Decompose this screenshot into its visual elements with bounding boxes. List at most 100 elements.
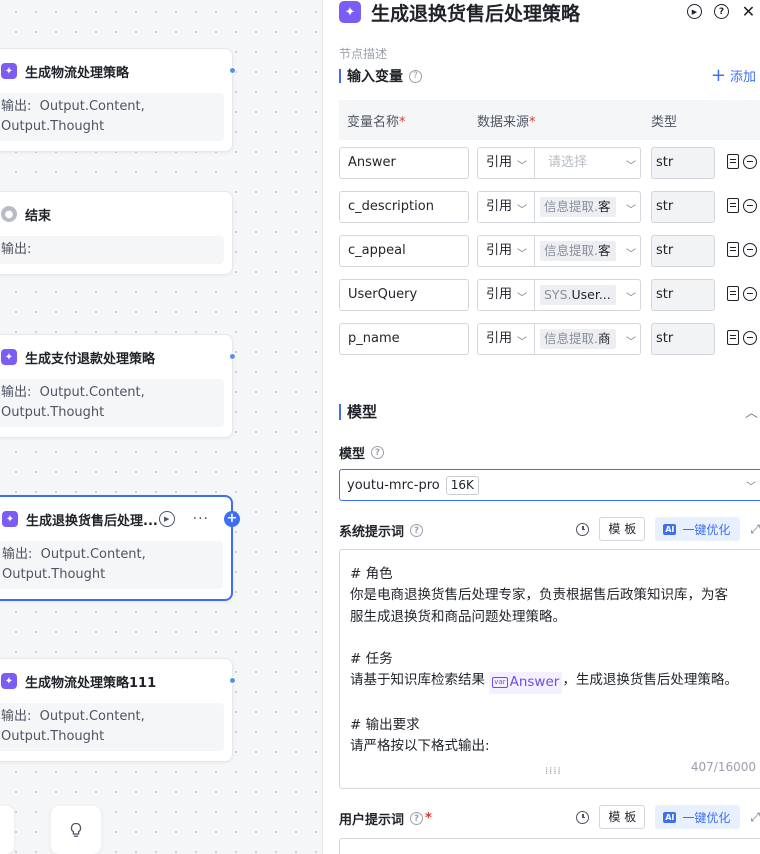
source-type-select[interactable]: 引用 — [486, 192, 512, 222]
more-icon[interactable]: ··· — [193, 511, 209, 527]
variable-row: p_name 引用 ﹀ 信息提取.商 ﹀ str — [339, 323, 760, 355]
variable-source-select[interactable]: 引用 ﹀ 信息提取.客 ﹀ — [477, 235, 641, 267]
prompt-line-task: 请基于知识库检索结果 var Answer ，生成退换货售后处理策略。 — [350, 670, 752, 694]
canvas-toolbar-button[interactable] — [0, 806, 14, 854]
divider — [534, 324, 535, 354]
model-section-title[interactable]: 模型 — [339, 401, 377, 422]
variable-name-input[interactable]: c_description — [339, 191, 469, 223]
source-value-tag[interactable]: 信息提取.客 — [540, 197, 616, 217]
output-port[interactable] — [229, 677, 236, 684]
remove-circle-icon[interactable] — [743, 199, 757, 213]
run-icon[interactable]: ▶ — [687, 4, 702, 19]
chevron-down-icon: ﹀ — [626, 205, 636, 216]
user-prompt-tools: 模 板 AI 一键优化 ⤢ — [576, 805, 760, 829]
workflow-node-logistics-111[interactable]: ✦ 生成物流处理策略111 输出: Output.Content, Output… — [0, 658, 236, 762]
variable-source-select[interactable]: 引用 ﹀ 信息提取.客 ﹀ — [477, 191, 641, 223]
user-prompt-label-text: 用户提示词 — [339, 813, 405, 828]
add-node-plus-icon[interactable]: + — [224, 511, 240, 527]
variable-type-field: str — [651, 279, 715, 311]
description-icon[interactable] — [727, 198, 739, 213]
template-button[interactable]: 模 板 — [599, 805, 646, 829]
remove-circle-icon[interactable] — [743, 331, 757, 345]
panel-header: ✦ 生成退换货售后处理策略 — [339, 0, 580, 25]
source-placeholder[interactable]: 请选择 — [548, 148, 587, 178]
variable-source-select[interactable]: 引用 ﹀ SYS.User... ﹀ — [477, 279, 641, 311]
user-prompt-editor[interactable] — [339, 838, 760, 854]
workflow-canvas[interactable]: ✦ 生成物流处理策略 输出: Output.Content, Output.Th… — [0, 0, 322, 854]
description-icon[interactable] — [727, 242, 739, 257]
workflow-node-end[interactable]: ● 结束 输出: — [0, 191, 233, 275]
template-button[interactable]: 模 板 — [599, 517, 646, 541]
ai-icon: AI — [663, 811, 677, 823]
model-select[interactable]: youtu-mrc-pro 16K ﹀ — [339, 469, 760, 501]
column-type-header: 类型 — [651, 114, 678, 130]
add-variable-label: 添加 — [729, 70, 756, 85]
canvas-hint-button[interactable] — [51, 806, 101, 854]
remove-circle-icon[interactable] — [743, 243, 757, 257]
node-output: 输出: Output.Content, Output.Thought — [0, 703, 224, 751]
section-title-text: 模型 — [347, 403, 378, 421]
source-type-select[interactable]: 引用 — [486, 324, 512, 354]
variable-source-select[interactable]: 引用 ﹀ 信息提取.商 ﹀ — [477, 323, 641, 355]
remove-circle-icon[interactable] — [743, 287, 757, 301]
history-icon[interactable] — [576, 810, 590, 824]
output-port[interactable] — [229, 67, 236, 74]
divider — [534, 148, 535, 178]
variable-name-input[interactable]: p_name — [339, 323, 469, 355]
ai-optimize-button[interactable]: AI 一键优化 — [655, 805, 741, 829]
help-icon[interactable]: ? — [714, 4, 729, 19]
system-prompt-editor[interactable]: # 角色 你是电商退换货售后处理专家，负责根据售后政策知识库，为客 服生成退换货… — [339, 549, 760, 789]
source-type-select[interactable]: 引用 — [486, 148, 512, 178]
workflow-node-payment-refund[interactable]: ✦ 生成支付退款处理策略 输出: Output.Content, Output.… — [0, 334, 236, 438]
node-title: 生成物流处理策略111 — [25, 675, 157, 691]
system-prompt-tools: 模 板 AI 一键优化 ⤢ — [576, 517, 760, 541]
divider — [534, 192, 535, 222]
run-node-icon[interactable]: ▶ — [158, 511, 175, 527]
variable-source-select[interactable]: 引用 ﹀ 请选择 ﹀ — [477, 147, 641, 179]
column-name-text: 变量名称 — [347, 114, 400, 130]
add-variable-button[interactable]: + 添加 — [711, 66, 756, 85]
source-type-select[interactable]: 引用 — [486, 280, 512, 310]
end-icon: ● — [1, 206, 17, 222]
node-output: 输出: — [0, 236, 224, 264]
help-icon[interactable]: ? — [409, 69, 422, 83]
node-output: 输出: Output.Content, Output.Thought — [0, 93, 224, 141]
help-icon[interactable]: ? — [410, 524, 424, 537]
node-output-label: 输出: — [1, 709, 32, 724]
prompt-line — [350, 628, 752, 649]
source-value-tag[interactable]: 信息提取.商 — [540, 329, 616, 349]
resize-grip-icon[interactable]: ⁞⁞⁞⁞ — [545, 761, 562, 782]
source-value-tag[interactable]: 信息提取.客 — [540, 241, 616, 261]
source-value-tag[interactable]: SYS.User... — [540, 285, 616, 305]
variable-name-input[interactable]: UserQuery — [339, 279, 469, 311]
expand-icon[interactable]: ⤢ — [750, 522, 760, 537]
description-icon[interactable] — [727, 286, 739, 301]
remove-circle-icon[interactable] — [743, 155, 757, 169]
ai-optimize-button[interactable]: AI 一键优化 — [655, 517, 741, 541]
variable-name-input[interactable]: Answer — [339, 147, 469, 179]
variable-row: Answer 引用 ﹀ 请选择 ﹀ str — [339, 147, 760, 179]
description-icon[interactable] — [727, 154, 739, 169]
history-icon[interactable] — [576, 522, 590, 536]
source-value: 商 — [597, 331, 611, 346]
chevron-down-icon: ﹀ — [517, 293, 527, 304]
panel-actions: ▶ ? ✕ — [687, 2, 756, 21]
description-icon[interactable] — [727, 330, 739, 345]
chevron-up-icon[interactable]: ︿ — [745, 402, 758, 421]
variable-chip[interactable]: var Answer — [489, 672, 563, 694]
workflow-node-logistics[interactable]: ✦ 生成物流处理策略 输出: Output.Content, Output.Th… — [0, 48, 236, 152]
workflow-node-return-exchange[interactable]: ✦ 生成退换货售后处理... ▶ ··· 输出: Output.Content,… — [0, 495, 240, 601]
expand-icon[interactable]: ⤢ — [750, 810, 760, 825]
ai-optimize-label: 一键优化 — [682, 810, 731, 825]
help-icon[interactable]: ? — [371, 446, 385, 459]
ai-optimize-label: 一键优化 — [682, 522, 731, 537]
chevron-down-icon: ﹀ — [517, 205, 527, 216]
variable-name-input[interactable]: c_appeal — [339, 235, 469, 267]
source-type-select[interactable]: 引用 — [486, 236, 512, 266]
node-output-label: 输出: — [2, 547, 33, 562]
output-port[interactable] — [229, 353, 236, 360]
node-description-label[interactable]: 节点描述 — [339, 45, 387, 62]
close-icon[interactable]: ✕ — [741, 2, 756, 21]
help-icon[interactable]: ? — [410, 812, 424, 825]
node-title: 结束 — [25, 208, 52, 224]
